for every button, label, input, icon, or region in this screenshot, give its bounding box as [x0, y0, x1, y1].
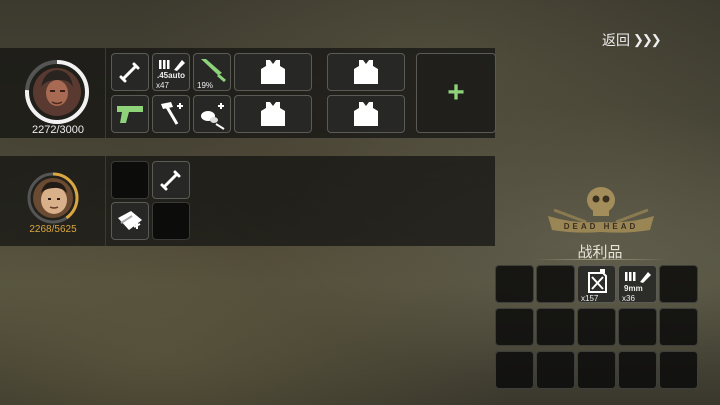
slot-ammo-45[interactable]: .45auto x47 [152, 53, 190, 91]
slot-hammer[interactable] [152, 95, 190, 133]
chevron-right-icon: ❯❯❯ [633, 32, 662, 47]
knife-icon [201, 59, 226, 82]
plus-icon: + [447, 76, 465, 109]
loot-cell[interactable] [495, 265, 534, 303]
slot-syringe[interactable] [111, 53, 149, 91]
slot-vest-2[interactable] [327, 53, 405, 91]
companion-avatar[interactable] [26, 171, 80, 225]
loot-cell[interactable] [618, 351, 657, 389]
ammo-icon [625, 272, 651, 283]
ammo-caliber: 9mm [624, 284, 643, 293]
companion-slot-empty-2[interactable] [152, 202, 190, 240]
fuel-count: x157 [581, 294, 599, 303]
loot-cell[interactable] [495, 351, 534, 389]
loot-cell[interactable] [536, 351, 575, 389]
slot-material[interactable] [193, 95, 231, 133]
companion-hp-text: 2268/5625 [29, 224, 77, 235]
loot-title-underline [532, 259, 668, 260]
slot-pistol[interactable] [111, 95, 149, 133]
loot-cell[interactable] [577, 308, 616, 346]
ammo-count: x47 [156, 81, 169, 90]
loot-cell[interactable] [495, 308, 534, 346]
loot-emblem: DEAD HEAD [546, 182, 656, 242]
loot-cell-fuel[interactable]: x157 [577, 265, 616, 303]
slot-vest-4[interactable] [327, 95, 405, 133]
knife-condition: 19% [197, 81, 214, 90]
hp-ring [27, 172, 79, 224]
leader-avatar[interactable] [24, 59, 90, 125]
syringe-icon [160, 170, 181, 191]
companion-slot-syringe[interactable] [152, 161, 190, 199]
fuel-can-icon [588, 269, 607, 293]
leader-hp-text: 2272/3000 [32, 124, 84, 136]
slot-knife[interactable]: 19% [193, 53, 231, 91]
back-label: 返回 [602, 32, 630, 48]
pistol-icon [117, 106, 143, 123]
companion-slot-bandage[interactable] [111, 202, 149, 240]
ammo-caliber: .45auto [157, 71, 186, 80]
hp-ring [25, 60, 89, 124]
syringe-icon [119, 62, 140, 83]
loot-cell[interactable] [536, 265, 575, 303]
vest-icon [261, 102, 285, 126]
hammer-icon [161, 102, 183, 125]
loot-cell[interactable] [618, 308, 657, 346]
rubble-icon [201, 103, 225, 130]
loot-cell[interactable] [659, 351, 698, 389]
slot-vest-3[interactable] [234, 95, 312, 133]
loot-cell[interactable] [659, 308, 698, 346]
emblem-text: DEAD HEAD [563, 222, 639, 231]
companion-slot-empty-1[interactable] [111, 161, 149, 199]
leader-divider [105, 48, 106, 138]
back-button[interactable]: 返回 ❯❯❯ [602, 30, 662, 50]
companion-divider [105, 156, 106, 246]
skull-emblem-icon [548, 187, 654, 233]
bandage-icon [118, 211, 142, 230]
slot-vest-1[interactable] [234, 53, 312, 91]
loot-cell[interactable] [536, 308, 575, 346]
vest-icon [261, 60, 285, 84]
loot-cell[interactable] [659, 265, 698, 303]
loot-cell-ammo[interactable]: 9mm x36 [618, 265, 657, 303]
loot-cell[interactable] [577, 351, 616, 389]
loot-grid: x157 9mm x36 [494, 265, 700, 391]
add-slot-button[interactable]: + [416, 53, 496, 133]
ammo-count: x36 [622, 294, 635, 303]
vest-icon [354, 102, 378, 126]
vest-icon [354, 60, 378, 84]
